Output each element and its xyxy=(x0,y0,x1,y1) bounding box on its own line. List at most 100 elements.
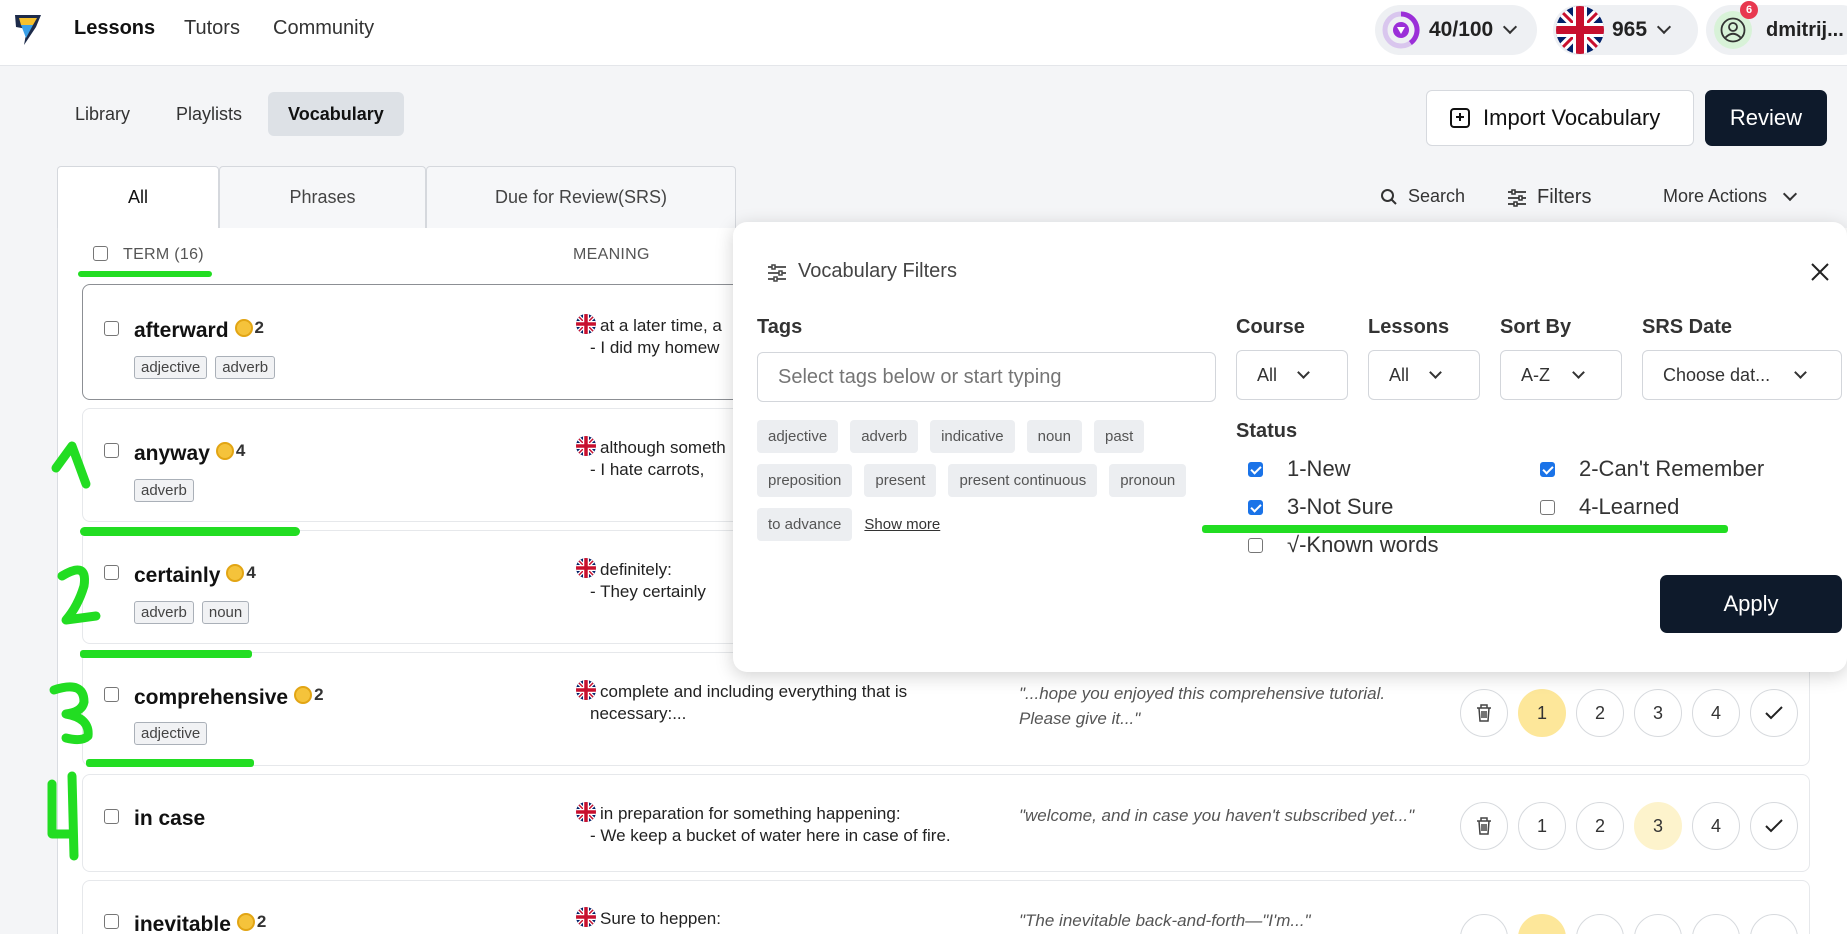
tags-input[interactable] xyxy=(757,352,1216,402)
subnav-vocabulary[interactable]: Vocabulary xyxy=(268,92,404,136)
term-text[interactable]: certainly xyxy=(134,564,220,587)
status-1-button[interactable]: 1 xyxy=(1518,802,1566,850)
coin-icon xyxy=(234,319,253,337)
close-icon[interactable] xyxy=(1810,262,1830,282)
tag-chip: adverb xyxy=(134,479,194,502)
tab-due-for-review[interactable]: Due for Review(SRS) xyxy=(426,166,736,228)
status-4-button[interactable]: 4 xyxy=(1692,689,1740,737)
annotation-underline xyxy=(78,271,212,277)
term-text[interactable]: anyway xyxy=(134,442,210,465)
sort-by-select[interactable]: A-Z xyxy=(1500,350,1622,400)
tag-chip-preposition[interactable]: preposition xyxy=(757,464,853,497)
tag-chip-present[interactable]: present xyxy=(864,464,937,497)
username: dmitrij... xyxy=(1766,18,1844,41)
profile-button[interactable]: 6 dmitrij... xyxy=(1706,1,1847,55)
status-3-button[interactable]: 3 xyxy=(1634,689,1682,737)
tag-chip: adjective xyxy=(134,722,208,745)
tag-chip-adverb[interactable]: adverb xyxy=(850,420,919,453)
known-button[interactable] xyxy=(1750,689,1798,737)
status-1-button[interactable] xyxy=(1518,914,1566,934)
tag-chip-noun[interactable]: noun xyxy=(1026,420,1082,453)
library-subnav: Library Playlists Vocabulary xyxy=(55,92,404,136)
status-4-button[interactable]: 4 xyxy=(1692,802,1740,850)
nav-lessons[interactable]: Lessons xyxy=(74,17,155,40)
status-known-option[interactable]: √-Known words xyxy=(1248,532,1438,558)
term-text[interactable]: afterward xyxy=(134,319,229,342)
select-all-checkbox[interactable] xyxy=(93,246,108,261)
status-cant-remember-option[interactable]: 2-Can't Remember xyxy=(1540,456,1764,482)
app-logo-icon[interactable] xyxy=(12,11,44,47)
known-button[interactable] xyxy=(1750,802,1798,850)
tag-chip-present-continuous[interactable]: present continuous xyxy=(948,464,1098,497)
status-new-checkbox[interactable] xyxy=(1248,461,1263,477)
more-actions-button[interactable]: More Actions xyxy=(1663,186,1809,207)
status-2-button[interactable]: 2 xyxy=(1576,689,1624,737)
uk-flag-icon xyxy=(576,802,596,822)
tag-chip-adjective[interactable]: adjective xyxy=(757,420,839,453)
status-new-option[interactable]: 1-New xyxy=(1248,456,1351,482)
example-quote: "welcome, and in case you haven't subscr… xyxy=(1019,806,1415,825)
nav-tutors[interactable]: Tutors xyxy=(184,17,240,40)
status-known-checkbox[interactable] xyxy=(1248,537,1263,553)
daily-goal-value: 40/100 xyxy=(1429,18,1494,41)
row-checkbox[interactable] xyxy=(104,914,119,929)
tag-list: adverb noun xyxy=(134,601,257,624)
course-label: Course xyxy=(1236,316,1305,338)
tag-chip-to-advance[interactable]: to advance xyxy=(757,508,853,541)
term-cell: comprehensive 2 xyxy=(134,685,324,710)
status-2-button[interactable]: 2 xyxy=(1576,802,1624,850)
meaning-cell: complete and including everything that i… xyxy=(576,680,907,725)
status-learned-option[interactable]: 4-Learned xyxy=(1540,494,1679,520)
row-checkbox[interactable] xyxy=(104,687,119,702)
import-vocabulary-button[interactable]: Import Vocabulary xyxy=(1426,90,1694,146)
tag-chip: noun xyxy=(201,601,250,624)
status-not-sure-checkbox[interactable] xyxy=(1248,499,1263,515)
delete-button[interactable] xyxy=(1460,914,1508,934)
status-not-sure-option[interactable]: 3-Not Sure xyxy=(1248,494,1393,520)
status-label: Status xyxy=(1236,420,1298,442)
row-checkbox[interactable] xyxy=(104,565,119,580)
term-text[interactable]: inevitable xyxy=(134,913,231,934)
tag-chip-indicative[interactable]: indicative xyxy=(930,420,1015,453)
status-3-button[interactable]: 3 xyxy=(1634,802,1682,850)
tab-phrases[interactable]: Phrases xyxy=(219,166,426,228)
chevron-down-icon xyxy=(1782,186,1798,201)
review-button[interactable]: Review xyxy=(1705,90,1827,146)
srs-date-select[interactable]: Choose dat... xyxy=(1642,350,1842,400)
nav-community[interactable]: Community xyxy=(273,17,374,40)
chevron-down-icon xyxy=(1503,19,1518,35)
subnav-library[interactable]: Library xyxy=(55,92,150,136)
example-quote: "...hope you enjoyed this comprehensive … xyxy=(1019,684,1386,728)
lessons-select[interactable]: All xyxy=(1368,350,1480,400)
subnav-playlists[interactable]: Playlists xyxy=(156,92,262,136)
chevron-down-icon xyxy=(1297,366,1310,379)
srs-date-label: SRS Date xyxy=(1642,316,1733,338)
tag-chip-past[interactable]: past xyxy=(1094,420,1145,453)
tag-chip: adverb xyxy=(215,356,276,379)
language-button[interactable]: 965 xyxy=(1553,5,1698,55)
status-cant-remember-checkbox[interactable] xyxy=(1540,461,1555,477)
known-button[interactable] xyxy=(1750,914,1798,934)
course-select[interactable]: All xyxy=(1236,350,1348,400)
apply-button[interactable]: Apply xyxy=(1660,575,1842,633)
delete-button[interactable] xyxy=(1460,689,1508,737)
annotation-underline xyxy=(80,527,300,536)
status-3-button[interactable] xyxy=(1634,914,1682,934)
tab-all[interactable]: All xyxy=(57,166,219,228)
term-text[interactable]: comprehensive xyxy=(134,686,288,709)
status-2-button[interactable] xyxy=(1576,914,1624,934)
status-learned-checkbox[interactable] xyxy=(1540,499,1555,515)
row-checkbox[interactable] xyxy=(104,809,119,824)
status-1-button[interactable]: 1 xyxy=(1518,689,1566,737)
more-actions-label: More Actions xyxy=(1663,186,1768,206)
status-4-button[interactable] xyxy=(1692,914,1740,934)
filters-button[interactable]: Filters xyxy=(1507,186,1591,209)
search-button[interactable]: Search xyxy=(1380,186,1465,207)
row-checkbox[interactable] xyxy=(104,443,119,458)
daily-goal-button[interactable]: 40/100 xyxy=(1375,5,1537,55)
tag-chip-pronoun[interactable]: pronoun xyxy=(1109,464,1187,497)
show-more-link[interactable]: Show more xyxy=(864,516,940,533)
term-text[interactable]: in case xyxy=(134,807,205,830)
delete-button[interactable] xyxy=(1460,802,1508,850)
row-checkbox[interactable] xyxy=(104,321,119,336)
